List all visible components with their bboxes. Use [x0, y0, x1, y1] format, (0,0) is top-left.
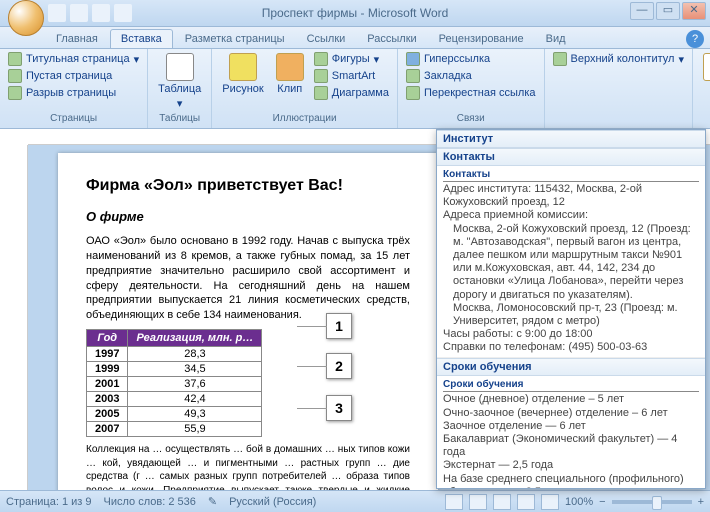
callout-3: 3 [326, 395, 352, 421]
textbox-button[interactable]: A [699, 51, 710, 95]
shapes-button[interactable]: Фигуры ▾ [312, 51, 391, 67]
table-icon [166, 53, 194, 81]
qat-undo-icon[interactable] [70, 4, 88, 22]
zoom-level[interactable]: 100% [565, 496, 593, 508]
table-button[interactable]: Таблица▾ [154, 51, 205, 112]
doc-paragraph-2: Коллекция на … осуществлять … бой в дома… [86, 443, 410, 490]
vertical-ruler[interactable] [0, 145, 28, 490]
blank-icon [8, 69, 22, 83]
chart-button[interactable]: Диаграмма [312, 85, 391, 101]
smartart-icon [314, 69, 328, 83]
header-icon [553, 52, 567, 66]
office-button[interactable] [8, 0, 44, 36]
view-web[interactable] [493, 494, 511, 510]
tab-insert[interactable]: Вставка [110, 29, 173, 48]
table-row: 200549,3 [87, 407, 262, 422]
close-button[interactable]: ✕ [682, 2, 706, 20]
picture-icon [229, 53, 257, 81]
gallery-item-contacts[interactable]: Контакты Адрес института: 115432, Москва… [437, 166, 705, 358]
gallery-category: Институт [437, 130, 705, 148]
bookmark-icon [406, 69, 420, 83]
clip-button[interactable]: Клип [272, 51, 308, 97]
status-words[interactable]: Число слов: 2 536 [104, 496, 196, 508]
group-links-label: Связи [404, 113, 538, 126]
header-button[interactable]: Верхний колонтитул ▾ [551, 51, 686, 67]
status-lang[interactable]: Русский (Россия) [229, 496, 316, 508]
table-row: 199934,5 [87, 362, 262, 377]
shapes-icon [314, 52, 328, 66]
page-break-button[interactable]: Разрыв страницы [6, 85, 141, 101]
chart-icon [314, 86, 328, 100]
view-fullscreen[interactable] [469, 494, 487, 510]
picture-button[interactable]: Рисунок [218, 51, 268, 97]
quick-access-toolbar [48, 4, 132, 22]
tab-layout[interactable]: Разметка страницы [175, 30, 295, 48]
qat-redo-icon[interactable] [92, 4, 110, 22]
tab-references[interactable]: Ссылки [297, 30, 356, 48]
doc-paragraph-1: ОАО «Эол» было основано в 1992 году. Нач… [86, 234, 410, 323]
status-page[interactable]: Страница: 1 из 9 [6, 496, 92, 508]
ribbon: Титульная страница ▾ Пустая страница Раз… [0, 49, 710, 129]
gallery-item-terms[interactable]: Сроки обучения Очное (дневное) отделение… [437, 376, 705, 489]
view-print-layout[interactable] [445, 494, 463, 510]
view-outline[interactable] [517, 494, 535, 510]
gallery-category: Сроки обучения [437, 358, 705, 376]
title-page-button[interactable]: Титульная страница ▾ [6, 51, 141, 67]
zoom-out[interactable]: − [599, 496, 605, 508]
clip-icon [276, 53, 304, 81]
ribbon-tabs: Главная Вставка Разметка страницы Ссылки… [0, 27, 710, 49]
crossref-button[interactable]: Перекрестная ссылка [404, 85, 538, 101]
smartart-button[interactable]: SmartArt [312, 68, 391, 84]
window-title: Проспект фирмы - Microsoft Word [262, 6, 449, 20]
tab-review[interactable]: Рецензирование [429, 30, 534, 48]
status-bar: Страница: 1 из 9 Число слов: 2 536 ✎ Рус… [0, 490, 710, 512]
bookmark-button[interactable]: Закладка [404, 68, 538, 84]
minimize-button[interactable]: — [630, 2, 654, 20]
status-spellcheck-icon[interactable]: ✎ [208, 495, 217, 508]
break-icon [8, 86, 22, 100]
tab-mailings[interactable]: Рассылки [357, 30, 426, 48]
crossref-icon [406, 86, 420, 100]
page-icon [8, 52, 22, 66]
maximize-button[interactable]: ▭ [656, 2, 680, 20]
textbox-icon [703, 53, 710, 81]
table-row: 200137,6 [87, 377, 262, 392]
zoom-in[interactable]: + [698, 496, 704, 508]
group-pages-label: Страницы [6, 113, 141, 126]
gallery-category: Контакты [437, 148, 705, 166]
page: Фирма «Эол» приветствует Вас! О фирме ОА… [58, 153, 438, 490]
doc-subheading-1: О фирме [86, 209, 410, 224]
express-blocks-gallery: Институт Контакты Контакты Адрес институ… [436, 129, 706, 489]
tab-home[interactable]: Главная [46, 30, 108, 48]
help-icon[interactable]: ? [686, 30, 704, 48]
table-row: 200342,4 [87, 392, 262, 407]
qat-custom-icon[interactable] [114, 4, 132, 22]
callout-1: 1 [326, 313, 352, 339]
group-illustr-label: Иллюстрации [218, 113, 391, 126]
tab-view[interactable]: Вид [536, 30, 576, 48]
callout-2: 2 [326, 353, 352, 379]
hyperlink-button[interactable]: Гиперссылка [404, 51, 538, 67]
qat-save-icon[interactable] [48, 4, 66, 22]
view-draft[interactable] [541, 494, 559, 510]
table-row: 199728,3 [87, 347, 262, 362]
doc-heading: Фирма «Эол» приветствует Вас! [86, 177, 410, 195]
group-tables-label: Таблицы [154, 113, 205, 126]
sales-table: ГодРеализация, млн. р… 199728,3 199934,5… [86, 329, 262, 437]
zoom-slider[interactable] [612, 500, 692, 504]
blank-page-button[interactable]: Пустая страница [6, 68, 141, 84]
table-row: 200755,9 [87, 422, 262, 437]
link-icon [406, 52, 420, 66]
